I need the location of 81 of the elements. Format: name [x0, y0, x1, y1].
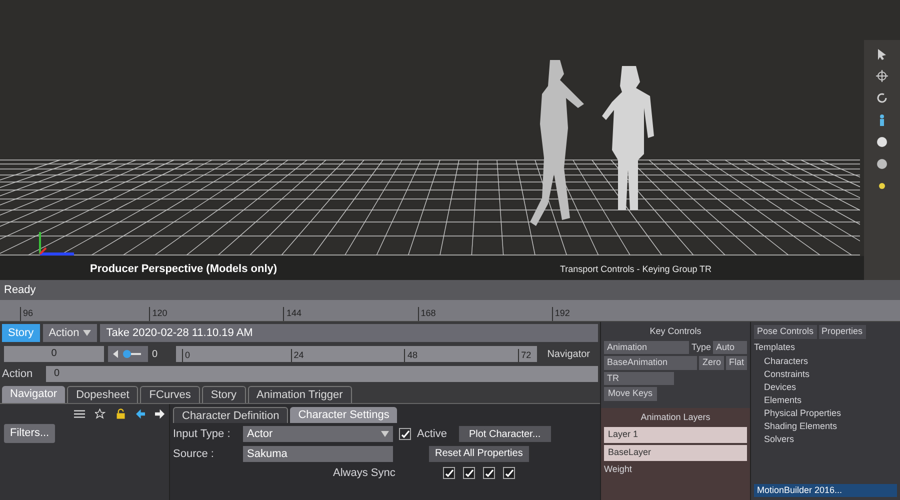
layer-row[interactable]: BaseLayer — [604, 444, 747, 460]
right-arrow-icon[interactable] — [155, 408, 165, 420]
tree-item[interactable]: Physical Properties — [754, 408, 897, 419]
field-label: Type — [691, 340, 711, 354]
frame-value: 0 — [152, 348, 159, 362]
tab[interactable]: Navigator — [2, 386, 66, 403]
reset-properties-button[interactable]: Reset All Properties — [429, 446, 529, 462]
transport-title: Transport Controls - Keying Group TR — [560, 263, 712, 276]
action-track-field[interactable]: 0 — [46, 366, 598, 382]
keying-group-field[interactable]: TR — [604, 372, 674, 385]
take-field[interactable]: Take 2020-02-28 11.10.19 AM — [100, 324, 598, 342]
type-dropdown[interactable]: Auto — [713, 340, 747, 354]
checkbox-label: Always Sync — [333, 466, 396, 481]
tab[interactable]: Animation Trigger — [248, 386, 352, 403]
tab[interactable]: Dopesheet — [67, 386, 138, 403]
tab[interactable]: Properties — [818, 325, 866, 338]
tab[interactable]: FCurves — [140, 386, 200, 403]
tree-item[interactable]: Solvers — [754, 434, 897, 445]
arrow-icon[interactable] — [876, 48, 888, 60]
3d-viewport[interactable]: Producer Perspective (Models only) Transport Controls - Keying Group TR — [0, 0, 900, 280]
tab[interactable]: Character Settings — [290, 407, 398, 423]
input-type-dropdown[interactable]: Actor — [243, 426, 393, 442]
frame-field[interactable]: 0 — [4, 346, 104, 362]
status-text: Ready — [4, 282, 36, 298]
sync-checkbox[interactable] — [503, 467, 516, 480]
layer-row[interactable]: Layer 1 — [604, 426, 747, 442]
ruler-label: 192 — [552, 307, 570, 321]
active-checkbox[interactable] — [399, 428, 411, 440]
sync-checkbox[interactable] — [463, 467, 476, 480]
plot-character-button[interactable]: Plot Character... — [458, 426, 551, 442]
caret-icon — [381, 431, 389, 438]
crosshair-icon[interactable] — [876, 70, 888, 82]
tab[interactable]: Pose Controls — [754, 325, 817, 338]
navigator-ruler[interactable]: 0 24 48 72 — [176, 346, 538, 362]
field-label: Source : — [173, 446, 215, 462]
tree-item[interactable]: Templates — [754, 340, 897, 354]
sync-checkbox[interactable] — [483, 467, 496, 480]
viewport-label: Producer Perspective (Models only) — [90, 262, 278, 277]
navigation-handle[interactable] — [108, 346, 148, 362]
list-icon[interactable] — [74, 408, 86, 420]
field-label: Input Type : — [173, 427, 232, 442]
field-label: Weight — [604, 462, 633, 476]
sync-checkbox[interactable] — [443, 467, 456, 480]
panel-title: Key Controls — [648, 325, 702, 338]
left-arrow-icon[interactable] — [136, 408, 146, 420]
tree-item[interactable]: Elements — [754, 395, 897, 406]
ruler-label: 24 — [290, 348, 304, 362]
move-keys-button[interactable]: Move Keys — [604, 387, 657, 400]
timeline-ruler[interactable]: 96 120 144 168 192 — [0, 300, 900, 322]
ruler-label: 120 — [149, 307, 168, 321]
ruler-label: 48 — [404, 348, 418, 362]
checkbox-label: Active — [417, 427, 447, 442]
ruler-label: 0 — [182, 348, 190, 362]
rotate-icon[interactable] — [876, 92, 888, 104]
sphere-icon[interactable] — [876, 136, 888, 148]
ruler-label: 168 — [418, 307, 436, 321]
tree-item[interactable]: Characters — [754, 356, 897, 367]
taskbar-button[interactable]: MotionBuilder 2016... — [754, 484, 897, 497]
filters-button[interactable]: Filters... — [4, 424, 56, 442]
tab[interactable]: Character Definition — [173, 407, 288, 423]
key-button[interactable]: Zero — [699, 356, 724, 370]
layer-field[interactable]: Animation — [604, 340, 690, 354]
key-button[interactable]: Flat — [726, 356, 747, 370]
ruler-label: 96 — [20, 307, 34, 321]
star-icon[interactable] — [95, 408, 106, 420]
lock-icon[interactable] — [116, 408, 126, 420]
tree-item[interactable]: Constraints — [754, 369, 897, 380]
tree-item[interactable]: Devices — [754, 382, 897, 393]
tab[interactable]: Story — [202, 386, 246, 403]
sphere-icon[interactable] — [876, 158, 888, 170]
action-dropdown[interactable]: Action — [42, 324, 98, 342]
source-field[interactable]: Sakuma — [243, 446, 393, 462]
ruler-title: Navigator — [546, 348, 591, 362]
dot-icon[interactable] — [876, 180, 888, 192]
base-layer-field[interactable]: BaseAnimation — [604, 356, 698, 370]
ruler-label: 144 — [283, 307, 302, 321]
caret-icon — [83, 330, 92, 336]
track-label: Action — [2, 366, 34, 382]
panel-title: Animation Layers — [640, 411, 712, 424]
tree-item[interactable]: Shading Elements — [754, 421, 897, 432]
ruler-label: 72 — [518, 348, 532, 362]
